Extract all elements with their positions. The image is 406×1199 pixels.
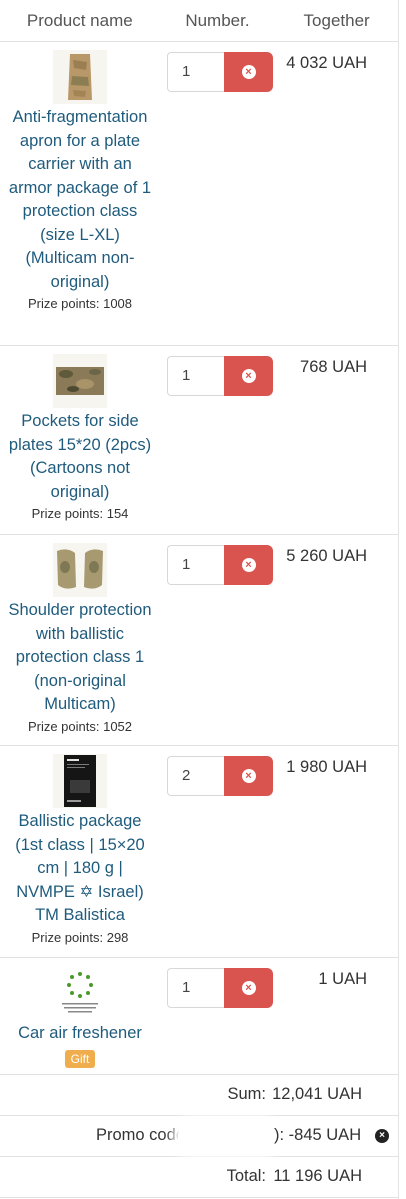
total-value: 11 196 UAH (273, 1167, 362, 1185)
gift-badge: Gift (64, 1049, 96, 1068)
cart-item-row: Anti-fragmentation apron for a plate car… (0, 42, 398, 346)
quantity-control: 1 × (167, 356, 273, 396)
product-cell: Ballistic package (1st class | 15×20 cm … (0, 746, 160, 945)
quantity-input[interactable]: 1 (167, 968, 224, 1008)
sum-value: 12,041 UAH (272, 1085, 362, 1103)
quantity-input[interactable]: 2 (167, 756, 224, 796)
product-cell: Shoulder protection with ballistic prote… (0, 535, 160, 734)
header-number: Number. (185, 10, 250, 30)
quantity-input[interactable]: 1 (167, 356, 224, 396)
header-together: Together (303, 10, 370, 30)
item-total-price: 768 UAH (300, 358, 367, 376)
total-label: Total: (226, 1167, 266, 1185)
cart-table: Product name Number. Together Anti-fragm… (0, 0, 399, 1199)
times-circle-icon: × (241, 369, 256, 383)
remove-promo-icon[interactable]: × (375, 1129, 389, 1143)
times-circle-icon: × (241, 558, 256, 572)
header-product-name: Product name (26, 10, 133, 30)
item-total-price: 1 980 UAH (286, 758, 367, 776)
item-total-price: 4 032 UAH (286, 54, 367, 72)
product-title-link[interactable]: Pockets for side plates 15*20 (2pcs) (Ca… (0, 410, 160, 504)
prize-points: Prize points: 1052 (27, 718, 133, 734)
promo-discount-value: ): -845 UAH (274, 1126, 362, 1144)
prize-points: Prize points: 298 (31, 929, 129, 945)
product-thumbnail[interactable] (53, 543, 107, 597)
product-title-link[interactable]: Anti-fragmentation apron for a plate car… (0, 106, 160, 294)
quantity-control: 2 × (167, 756, 273, 796)
cart-item-row: Shoulder protection with ballistic prote… (0, 535, 398, 746)
total-row: Total: 11 196 UAH (0, 1157, 398, 1198)
prize-points: Prize points: 1008 (27, 296, 133, 311)
product-thumbnail[interactable] (53, 966, 107, 1020)
product-title-link[interactable]: Car air freshener (0, 1022, 160, 1046)
quantity-control: 1 × (167, 52, 273, 92)
prize-points: Prize points: 154 (31, 506, 129, 521)
times-circle-icon: × (241, 981, 256, 995)
product-cell: Anti-fragmentation apron for a plate car… (0, 42, 160, 311)
quantity-input[interactable]: 1 (167, 545, 224, 585)
cart-item-row: Car air freshener Gift 1 × 1 UAH (0, 958, 398, 1075)
promo-code-redaction (178, 1122, 274, 1152)
product-cell: Pockets for side plates 15*20 (2pcs) (Ca… (0, 346, 160, 521)
remove-item-button[interactable]: × (224, 52, 273, 92)
promo-code-label: Promo code (96, 1126, 185, 1144)
product-thumbnail[interactable] (53, 50, 107, 104)
times-circle-icon: × (241, 769, 256, 783)
remove-item-button[interactable]: × (224, 756, 273, 796)
product-title-link[interactable]: Ballistic package (1st class | 15×20 cm … (0, 810, 160, 928)
remove-item-button[interactable]: × (224, 968, 273, 1008)
sum-row: Sum: 12,041 UAH (0, 1075, 398, 1116)
quantity-input[interactable]: 1 (167, 52, 224, 92)
item-total-price: 1 UAH (318, 970, 367, 988)
remove-item-button[interactable]: × (224, 545, 273, 585)
product-thumbnail[interactable] (53, 754, 107, 808)
promo-code-row: Promo code ): -845 UAH × (0, 1116, 398, 1157)
sum-label: Sum: (227, 1085, 266, 1103)
quantity-control: 1 × (167, 545, 273, 585)
quantity-control: 1 × (167, 968, 273, 1008)
product-thumbnail[interactable] (53, 354, 107, 408)
product-cell: Car air freshener Gift (0, 958, 160, 1068)
table-header: Product name Number. Together (0, 0, 398, 42)
remove-item-button[interactable]: × (224, 356, 273, 396)
cart-item-row: Ballistic package (1st class | 15×20 cm … (0, 746, 398, 958)
cart-item-row: Pockets for side plates 15*20 (2pcs) (Ca… (0, 346, 398, 535)
times-circle-icon: × (241, 65, 256, 79)
item-total-price: 5 260 UAH (286, 547, 367, 565)
product-title-link[interactable]: Shoulder protection with ballistic prote… (0, 599, 160, 717)
